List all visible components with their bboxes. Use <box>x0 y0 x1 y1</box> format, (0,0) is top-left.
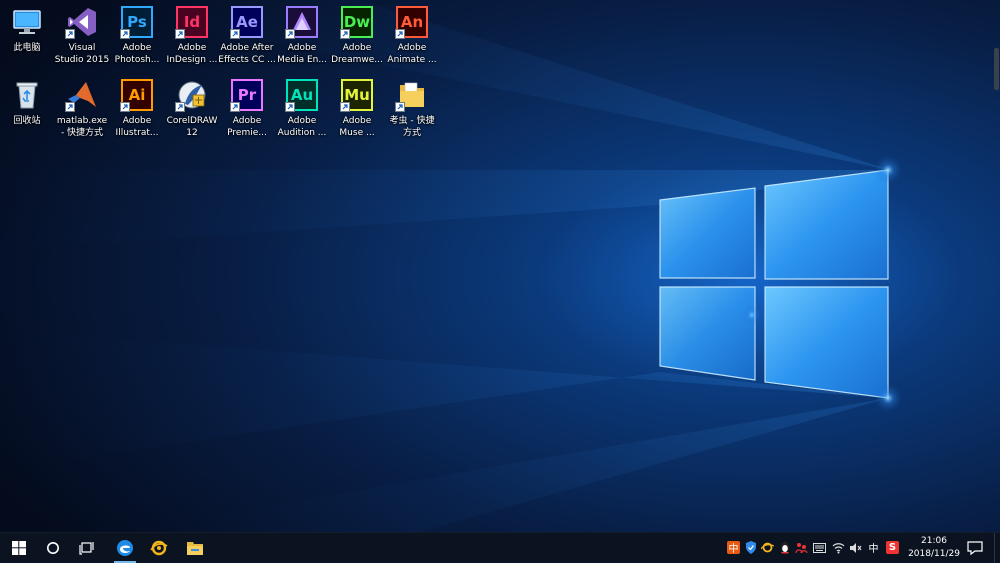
desktop-icon-label: 回收站 <box>13 116 41 126</box>
desktop-icon-recycle-bin[interactable]: 回收站 <box>0 73 54 143</box>
taskbar-app-browser[interactable] <box>142 533 176 563</box>
shortcut-arrow-icon <box>65 29 75 39</box>
desktop-icon-dreamweaver[interactable]: Dw Adobe Dreamwe... <box>330 0 384 70</box>
volume-muted-icon[interactable] <box>849 541 862 554</box>
after-effects-icon: Ae <box>230 5 264 39</box>
desktop-icon-label: Adobe Audition ... <box>277 116 327 138</box>
sogou-ime-icon[interactable]: S <box>886 541 899 554</box>
file-explorer-icon <box>187 542 203 555</box>
people-sync-icon[interactable] <box>795 541 808 554</box>
desktop-icon-indesign[interactable]: Id Adobe InDesign ... <box>165 0 219 70</box>
desktop-icon-label: Adobe Premie... <box>227 116 267 138</box>
desktop-icon-audition[interactable]: Au Adobe Audition ... <box>275 73 329 143</box>
desktop-icon-muse[interactable]: Mu Adobe Muse ... <box>330 73 384 143</box>
shortcut-arrow-icon <box>120 102 130 112</box>
input-language-indicator[interactable]: 中 <box>867 541 880 555</box>
desktop-icon-premiere[interactable]: Pr Adobe Premie... <box>220 73 274 143</box>
shortcut-arrow-icon <box>230 102 240 112</box>
shortcut-arrow-icon <box>65 102 75 112</box>
browser-tray-icon[interactable] <box>761 541 774 554</box>
desktop-icon-label: Adobe After Effects CC ... <box>218 43 276 65</box>
task-view-button[interactable] <box>70 533 104 563</box>
desktop-icon-photoshop[interactable]: Ps Adobe Photosh... <box>110 0 164 70</box>
muse-icon: Mu <box>340 78 374 112</box>
desktop-icon-label: Adobe Photosh... <box>114 43 160 65</box>
security-shield-icon[interactable] <box>744 541 757 554</box>
desktop-icon-coreldraw[interactable]: CorelDRAW 12 <box>165 73 219 143</box>
browser-swirl-icon <box>150 540 168 556</box>
desktop-icon-area: 此电脑 Visual Studio 2015 Ps Adobe Photosh.… <box>0 0 1000 532</box>
animate-icon: An <box>395 5 429 39</box>
shortcut-arrow-icon <box>395 102 405 112</box>
desktop-icon-label: Adobe Animate ... <box>387 43 437 65</box>
shortcut-arrow-icon <box>230 29 240 39</box>
matlab-icon <box>65 78 99 112</box>
cortana-circle-icon <box>47 542 59 554</box>
desktop-icon-animate[interactable]: An Adobe Animate ... <box>385 0 439 70</box>
qq-penguin-icon[interactable] <box>778 541 791 554</box>
photoshop-icon: Ps <box>120 5 154 39</box>
desktop-icon-label: Adobe Dreamwe... <box>331 43 383 65</box>
cortana-search-button[interactable] <box>36 533 70 563</box>
desktop-icon-this-pc[interactable]: 此电脑 <box>0 0 54 70</box>
notification-icon <box>967 541 983 556</box>
audition-icon: Au <box>285 78 319 112</box>
this-pc-icon <box>10 5 44 39</box>
indesign-icon: Id <box>175 5 209 39</box>
illustrator-icon: Ai <box>120 78 154 112</box>
keyboard-icon[interactable] <box>813 541 826 554</box>
shortcut-arrow-icon <box>175 29 185 39</box>
shortcut-arrow-icon <box>395 29 405 39</box>
show-desktop-button[interactable] <box>994 533 1000 563</box>
shortcut-arrow-icon <box>340 29 350 39</box>
desktop-icon-visual-studio[interactable]: Visual Studio 2015 <box>55 0 109 70</box>
dreamweaver-icon: Dw <box>340 5 374 39</box>
action-center-button[interactable] <box>966 540 984 556</box>
desktop-icon-kaochong-shortcut[interactable]: 考虫 - 快捷 方式 <box>385 73 439 143</box>
shortcut-arrow-icon <box>285 29 295 39</box>
recycle-bin-icon <box>10 78 44 112</box>
desktop-icon-label: CorelDRAW 12 <box>166 116 218 138</box>
shortcut-arrow-icon <box>175 102 185 112</box>
desktop-icon-matlab[interactable]: matlab.exe - 快捷方式 <box>55 73 109 143</box>
visual-studio-icon <box>65 5 99 39</box>
taskbar: 中 中 S 21:06 2018/11/29 <box>0 532 1000 563</box>
taskbar-app-file-explorer[interactable] <box>178 533 212 563</box>
desktop-icon-label: Adobe Media En... <box>277 43 327 65</box>
desktop-icon-after-effects[interactable]: Ae Adobe After Effects CC ... <box>218 0 276 70</box>
desktop-icon-label: 考虫 - 快捷 方式 <box>389 116 435 138</box>
desktop-icon-label: matlab.exe - 快捷方式 <box>56 116 108 138</box>
desktop-icon-label: Adobe Muse ... <box>339 116 375 138</box>
desktop-icon-label: 此电脑 <box>13 43 41 53</box>
start-button[interactable] <box>2 533 36 563</box>
clock-time: 21:06 <box>921 536 947 546</box>
desktop-icon-media-encoder[interactable]: Adobe Media En... <box>275 0 329 70</box>
taskbar-app-edge[interactable] <box>108 533 142 563</box>
wifi-icon[interactable] <box>832 541 845 554</box>
coreldraw-icon <box>175 78 209 112</box>
shortcut-arrow-icon <box>340 102 350 112</box>
media-encoder-icon <box>285 5 319 39</box>
premiere-icon: Pr <box>230 78 264 112</box>
desktop-icon-label: Visual Studio 2015 <box>54 43 110 65</box>
desktop-icon-label: Adobe InDesign ... <box>166 43 218 65</box>
windows-start-icon <box>12 541 26 555</box>
shortcut-arrow-icon <box>120 29 130 39</box>
desktop-icon-illustrator[interactable]: Ai Adobe Illustrat... <box>110 73 164 143</box>
folder-shortcut-icon <box>395 78 429 112</box>
shortcut-arrow-icon <box>285 102 295 112</box>
system-clock[interactable]: 21:06 2018/11/29 <box>905 535 963 561</box>
ime-mode-icon[interactable]: 中 <box>727 541 740 555</box>
desktop-icon-label: Adobe Illustrat... <box>115 116 159 138</box>
clock-date: 2018/11/29 <box>908 549 960 559</box>
task-view-icon <box>79 542 94 555</box>
edge-browser-icon <box>117 540 133 556</box>
